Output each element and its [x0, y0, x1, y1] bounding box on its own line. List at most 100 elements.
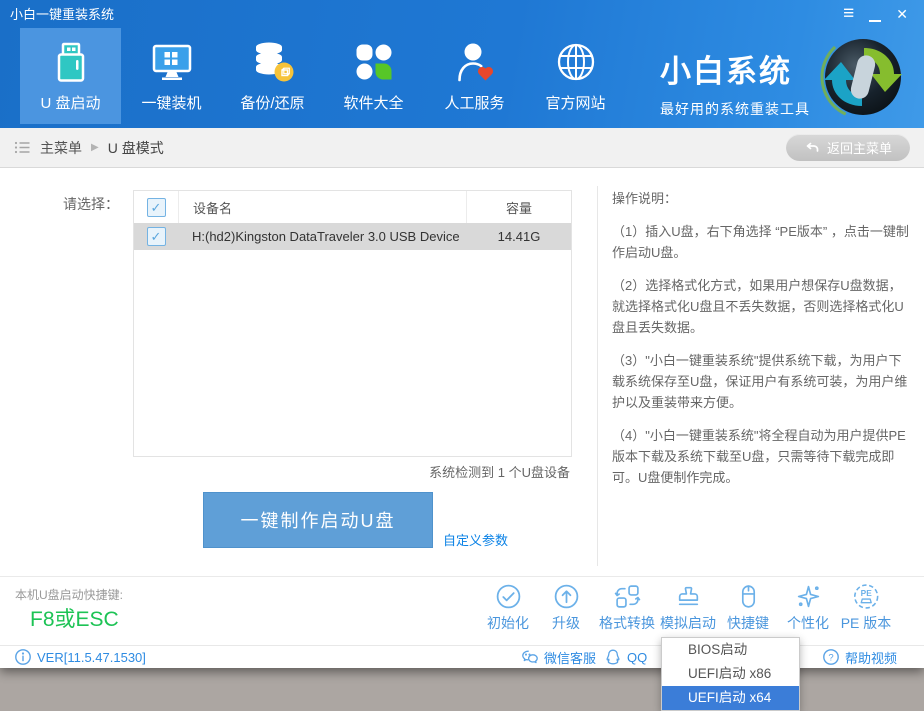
question-circle-icon: ?	[822, 648, 840, 666]
tool-label: 模拟启动	[660, 613, 716, 633]
database-backup-icon	[250, 39, 296, 85]
nav-label: 人工服务	[444, 92, 504, 113]
instruction-item: （4）"小白一键重装系统"将全程自动为用户提供PE版本下载及系统下载至U盘，只需…	[612, 425, 910, 488]
instruction-item: （1）插入U盘，右下角选择 “PE版本” ，点击一键制作启动U盘。	[612, 221, 910, 263]
list-icon	[14, 139, 31, 156]
close-icon[interactable]: ✕	[896, 0, 908, 28]
back-arrow-icon	[804, 140, 820, 156]
select-all-checkbox[interactable]: ✓	[147, 198, 166, 217]
hotkey-label: 本机U盘启动快捷键:	[15, 586, 123, 603]
check-circle-icon	[495, 583, 522, 610]
footer-divider	[0, 576, 924, 577]
column-header-capacity: 容量	[466, 191, 571, 223]
make-boot-usb-button[interactable]: 一键制作启动U盘	[203, 492, 433, 548]
nav-item-human-service[interactable]: 人工服务	[424, 28, 525, 124]
minimize-icon[interactable]	[869, 5, 881, 23]
instruction-item: （2）选择格式化方式，如果用户想保存U盘数据，就选择格式化U盘且不丢失数据，否则…	[612, 275, 910, 338]
software-clover-icon	[351, 39, 397, 85]
custom-params-link[interactable]: 自定义参数	[443, 530, 508, 549]
tool-pe-version[interactable]: PE PE 版本	[841, 583, 892, 633]
tool-hotkeys[interactable]: 快捷键	[727, 583, 769, 633]
tool-upgrade[interactable]: 升级	[552, 583, 580, 633]
wechat-label: 微信客服	[544, 648, 596, 667]
tool-format-convert[interactable]: 格式转换	[599, 583, 655, 633]
breadcrumb-current: U 盘模式	[108, 138, 164, 158]
row-checkbox[interactable]: ✓	[147, 227, 166, 246]
instruction-item: （3）"小白一键重装系统"提供系统下载，为用户下载系统保存至U盘，保证用户有系统…	[612, 350, 910, 413]
globe-icon	[553, 39, 599, 85]
tool-personalize[interactable]: 个性化	[787, 583, 829, 633]
monitor-icon	[149, 39, 195, 85]
chevron-right-icon: ▶	[91, 142, 99, 153]
tool-initialize[interactable]: 初始化	[487, 583, 529, 633]
tool-label: 升级	[552, 613, 580, 633]
top-bar: 小白一键重装系统 ≡ ✕ U 盘启动	[0, 0, 924, 128]
sparkle-star-icon	[795, 583, 822, 610]
brand-title: 小白系统	[660, 46, 810, 91]
nav-label: U 盘启动	[40, 92, 100, 113]
wechat-icon	[521, 648, 539, 666]
svg-text:PE: PE	[860, 588, 872, 598]
nav-item-official-site[interactable]: 官方网站	[525, 28, 626, 124]
instructions-panel: 操作说明： （1）插入U盘，右下角选择 “PE版本” ，点击一键制作启动U盘。 …	[612, 188, 910, 500]
mouse-icon	[735, 583, 762, 610]
tool-label: PE 版本	[841, 613, 892, 633]
table-row-usb-device[interactable]: ✓ H:(hd2)Kingston DataTraveler 3.0 USB D…	[134, 223, 571, 250]
brand-logo-icon	[820, 34, 906, 120]
nav-label: 备份/还原	[240, 92, 304, 113]
detect-status-text: 系统检测到 1 个U盘设备	[429, 462, 570, 481]
device-name-cell: H:(hd2)Kingston DataTraveler 3.0 USB Dev…	[178, 223, 467, 250]
nav-item-usb-boot[interactable]: U 盘启动	[20, 28, 121, 124]
back-button-label: 返回主菜单	[827, 138, 892, 157]
stamp-icon	[675, 583, 702, 610]
menu-item-bios-boot[interactable]: BIOS启动	[662, 638, 799, 662]
qq-label: QQ	[627, 650, 647, 665]
tool-label: 格式转换	[599, 613, 655, 633]
help-video[interactable]: ? 帮助视频	[822, 646, 897, 668]
usb-drive-icon	[48, 39, 94, 85]
hotkey-value: F8或ESC	[30, 603, 119, 633]
nav-label: 一键装机	[141, 92, 201, 113]
svg-text:?: ?	[828, 653, 833, 664]
back-to-main-menu-button[interactable]: 返回主菜单	[786, 134, 910, 161]
app-title: 小白一键重装系统	[10, 0, 114, 28]
menu-icon[interactable]: ≡	[843, 0, 854, 28]
tool-label: 个性化	[787, 613, 829, 633]
vertical-divider	[597, 186, 598, 566]
capacity-cell: 14.41G	[467, 223, 571, 250]
tool-label: 快捷键	[727, 613, 769, 633]
app-window: 小白一键重装系统 ≡ ✕ U 盘启动	[0, 0, 924, 668]
person-heart-icon	[452, 39, 498, 85]
nav-label: 软件大全	[343, 92, 403, 113]
breadcrumb-bar: 主菜单 ▶ U 盘模式 返回主菜单	[0, 128, 924, 168]
main-nav: U 盘启动 一键装机	[20, 28, 626, 124]
qq-penguin-icon	[604, 648, 622, 666]
menu-item-uefi-x64[interactable]: UEFI启动 x64	[662, 686, 799, 710]
pe-version-icon: PE	[852, 583, 879, 610]
tool-label: 初始化	[487, 613, 529, 633]
column-header-device: 设备名	[178, 191, 466, 223]
select-label: 请选择：	[63, 194, 119, 214]
wechat-service[interactable]: 微信客服	[521, 646, 596, 668]
nav-label: 官方网站	[545, 92, 605, 113]
device-table: ✓ 设备名 容量 ✓ H:(hd2)Kingston DataTraveler …	[133, 190, 572, 457]
info-icon	[14, 648, 32, 666]
breadcrumb-main-menu[interactable]: 主菜单	[40, 138, 82, 158]
boot-mode-menu: BIOS启动 UEFI启动 x86 UEFI启动 x64	[661, 637, 800, 711]
version-text: VER[11.5.47.1530]	[37, 650, 146, 665]
brand-block: 小白系统 最好用的系统重装工具	[660, 46, 810, 119]
menu-item-uefi-x86[interactable]: UEFI启动 x86	[662, 662, 799, 686]
arrow-up-circle-icon	[553, 583, 580, 610]
nav-item-software[interactable]: 软件大全	[323, 28, 424, 124]
window-controls: ≡ ✕	[843, 0, 908, 28]
table-header: ✓ 设备名 容量	[134, 191, 571, 223]
format-convert-icon	[614, 583, 641, 610]
nav-item-backup-restore[interactable]: 备份/还原	[222, 28, 323, 124]
tool-simulate-boot[interactable]: 模拟启动	[660, 583, 716, 633]
help-label: 帮助视频	[845, 648, 897, 667]
version-info: VER[11.5.47.1530]	[14, 646, 146, 668]
main-content: 请选择： ✓ 设备名 容量 ✓ H:(hd2)Kingston DataTrav…	[0, 168, 924, 576]
nav-item-one-click-install[interactable]: 一键装机	[121, 28, 222, 124]
brand-subtitle: 最好用的系统重装工具	[660, 99, 810, 119]
qq-service[interactable]: QQ	[604, 646, 647, 668]
